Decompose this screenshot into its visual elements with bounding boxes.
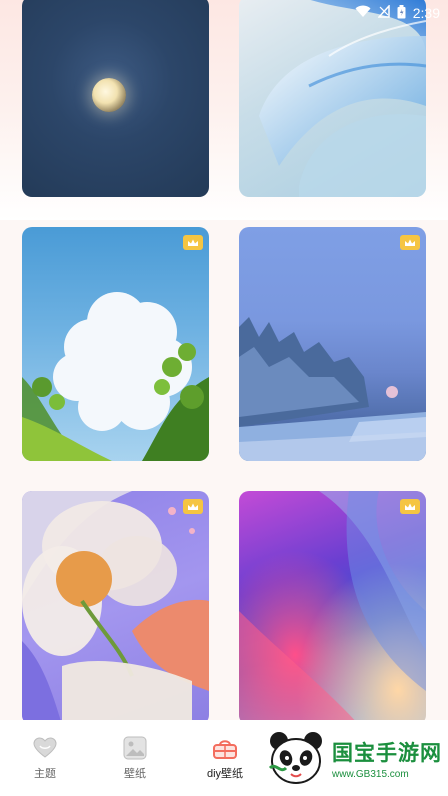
signal-icon [377, 4, 390, 21]
basket-icon [212, 735, 238, 761]
petal-art [259, 0, 426, 197]
lake-art [239, 317, 426, 461]
crown-icon [405, 503, 415, 510]
premium-badge [400, 499, 420, 514]
crown-icon [405, 239, 415, 246]
cloud-art [22, 292, 209, 461]
wallpaper-card-moon[interactable] [22, 0, 209, 197]
wallpaper-card-abstract[interactable] [239, 491, 426, 725]
wallpaper-card-cloud[interactable] [22, 227, 209, 461]
status-bar: 2:39 [328, 0, 448, 26]
crown-icon [188, 503, 198, 510]
panda-logo [268, 732, 322, 784]
wallpaper-card-petals[interactable] [239, 0, 426, 197]
wifi-icon [355, 5, 371, 21]
tab-theme[interactable]: 主题 [0, 720, 90, 796]
heart-icon [32, 735, 58, 761]
premium-badge [400, 235, 420, 250]
battery-icon [397, 4, 406, 22]
premium-badge [183, 499, 203, 514]
tab-diy-wallpaper[interactable]: diy壁纸 [180, 720, 270, 796]
flower-art [22, 491, 209, 725]
wallpaper-card-flower[interactable] [22, 491, 209, 725]
premium-badge [183, 235, 203, 250]
site-watermark: 国宝手游网 www.GB315.com [260, 720, 448, 796]
tab-theme-label: 主题 [34, 768, 56, 780]
crown-icon [188, 239, 198, 246]
tab-wallpaper[interactable]: 壁纸 [90, 720, 180, 796]
tab-diy-wallpaper-label: diy壁纸 [206, 768, 244, 780]
watermark-title: 国宝手游网 [332, 740, 442, 765]
abstract-art [239, 491, 426, 725]
moon-shape [92, 78, 126, 112]
status-time: 2:39 [412, 5, 440, 21]
image-icon [122, 735, 148, 761]
wallpaper-grid [22, 0, 426, 740]
wallpaper-card-lake[interactable] [239, 227, 426, 461]
tab-wallpaper-label: 壁纸 [124, 768, 146, 780]
watermark-url: www.GB315.com [332, 768, 409, 780]
